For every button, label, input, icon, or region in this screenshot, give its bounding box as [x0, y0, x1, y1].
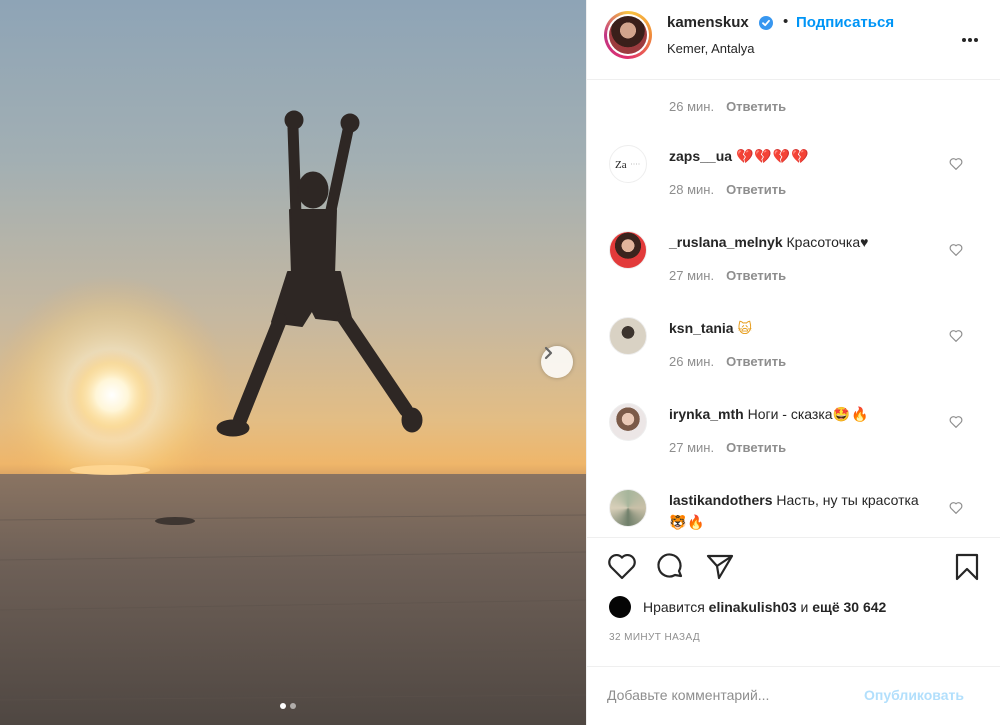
post-header: kamenskux • Подписаться Kemer, Antalya [587, 0, 1000, 80]
comment-meta: 27 мин. Ответить [669, 268, 798, 283]
commenter-avatar[interactable] [609, 317, 647, 355]
comment-body: zaps__ua 💔💔💔💔 [669, 145, 939, 167]
comment-like-heart-icon[interactable] [949, 329, 963, 347]
more-options-icon[interactable] [961, 30, 979, 48]
commenter-avatar[interactable] [609, 489, 647, 527]
commenter-avatar[interactable] [609, 231, 647, 269]
verified-badge-icon [759, 16, 773, 30]
comment-item: Za zaps__ua 💔💔💔💔 28 мин. Ответить [587, 145, 1000, 225]
comment-item: _ruslana_melnyk Красоточка♥ 27 мин. Ответ… [587, 231, 1000, 311]
likes-count[interactable]: ещё 30 642 [812, 599, 886, 615]
comment-body: ksn_tania 🙀 [669, 317, 939, 339]
likes-summary[interactable]: Нравится elinakulish03 и ещё 30 642 [609, 596, 886, 618]
comment-emoji: 💔💔💔💔 [735, 148, 810, 164]
commenter-avatar[interactable] [609, 403, 647, 441]
commenter-avatar[interactable]: Za [609, 145, 647, 183]
comment-emoji: ♥ [860, 234, 869, 250]
likes-middle: и [800, 599, 809, 615]
comment-text: Насть, ну ты красотка [776, 492, 919, 508]
comment-meta: 26 мин. Ответить [669, 99, 798, 114]
comment-like-heart-icon[interactable] [949, 157, 963, 175]
comment-time: 26 мин. [669, 354, 715, 369]
comment-icon[interactable] [656, 552, 686, 585]
carousel-indicator [280, 703, 296, 709]
liker-avatar[interactable] [609, 596, 631, 618]
comment-like-heart-icon[interactable] [949, 501, 963, 519]
reply-button[interactable]: Ответить [726, 354, 786, 369]
ground-object [155, 517, 195, 525]
commenter-username[interactable]: lastikandothers [669, 492, 772, 508]
comment-time: 27 мин. [669, 440, 715, 455]
sun [66, 349, 158, 441]
carousel-dot-2 [290, 703, 296, 709]
sun-reflection [70, 465, 150, 475]
next-photo-button[interactable] [541, 346, 573, 378]
comment-input[interactable] [607, 687, 847, 703]
comment-meta: 28 мин. Ответить [669, 182, 798, 197]
comment-body: irynka_mth Ноги - сказка🤩🔥 [669, 403, 939, 425]
comment-text: Ноги - сказка [747, 406, 833, 422]
commenter-username[interactable]: ksn_tania [669, 320, 734, 336]
next-arrow-icon [544, 346, 553, 360]
commenter-username[interactable]: irynka_mth [669, 406, 744, 422]
reply-button[interactable]: Ответить [726, 99, 786, 114]
author-username[interactable]: kamenskux [667, 14, 749, 31]
commenter-username[interactable]: zaps__ua [669, 148, 732, 164]
commenter-username[interactable]: _ruslana_melnyk [669, 234, 783, 250]
comment-meta: 26 мин. Ответить [669, 354, 798, 369]
carousel-dot-1 [280, 703, 286, 709]
share-icon[interactable] [705, 552, 735, 585]
comment-item: irynka_mth Ноги - сказка🤩🔥 27 мин. Ответи… [587, 403, 1000, 483]
heart-icon[interactable] [607, 552, 637, 585]
ground [0, 474, 586, 725]
bookmark-icon[interactable] [953, 552, 981, 587]
follow-button[interactable]: Подписаться [796, 14, 894, 31]
svg-text:Za: Za [615, 159, 627, 171]
comment-body: _ruslana_melnyk Красоточка♥ [669, 231, 939, 253]
photo-scene [0, 110, 586, 725]
reply-button[interactable]: Ответить [726, 182, 786, 197]
post-timestamp[interactable]: 32 МИНУТ НАЗАД [609, 632, 700, 643]
reply-button[interactable]: Ответить [726, 268, 786, 283]
header-separator: • [783, 13, 789, 30]
reply-button[interactable]: Ответить [726, 440, 786, 455]
jumping-person-silhouette [216, 110, 423, 437]
comment-time: 26 мин. [669, 99, 715, 114]
author-avatar[interactable] [604, 11, 652, 59]
liker-username[interactable]: elinakulish03 [709, 599, 797, 615]
comment-like-heart-icon[interactable] [949, 243, 963, 261]
comment-meta: 27 мин. Ответить [669, 440, 798, 455]
comment-emoji: 🤩🔥 [832, 406, 870, 422]
publish-button[interactable]: Опубликовать [864, 687, 964, 703]
comment-item: lastikandothers Насть, ну ты красотка 🐯🔥 [587, 489, 1000, 537]
post-side-panel: kamenskux • Подписаться Kemer, Antalya 2… [586, 0, 1000, 725]
comment-time: 27 мин. [669, 268, 715, 283]
comments-list[interactable]: 26 мин. Ответить Za zaps__ua 💔💔💔💔 28 мин.… [587, 81, 1000, 537]
comment-body: lastikandothers Насть, ну ты красотка 🐯🔥 [669, 489, 939, 533]
post-location[interactable]: Kemer, Antalya [667, 41, 754, 56]
comment-text: Красоточка [786, 234, 861, 250]
instagram-post-view: kamenskux • Подписаться Kemer, Antalya 2… [0, 0, 1000, 725]
comment-item: ksn_tania 🙀 26 мин. Ответить [587, 317, 1000, 397]
comment-like-heart-icon[interactable] [949, 415, 963, 433]
add-comment-bar: Опубликовать [587, 666, 1000, 725]
comment-emoji: 🙀 [737, 320, 754, 336]
comment-time: 28 мин. [669, 182, 715, 197]
post-photo[interactable] [0, 0, 586, 725]
likes-prefix: Нравится [643, 599, 705, 615]
comment-emoji: 🐯🔥 [669, 514, 706, 530]
